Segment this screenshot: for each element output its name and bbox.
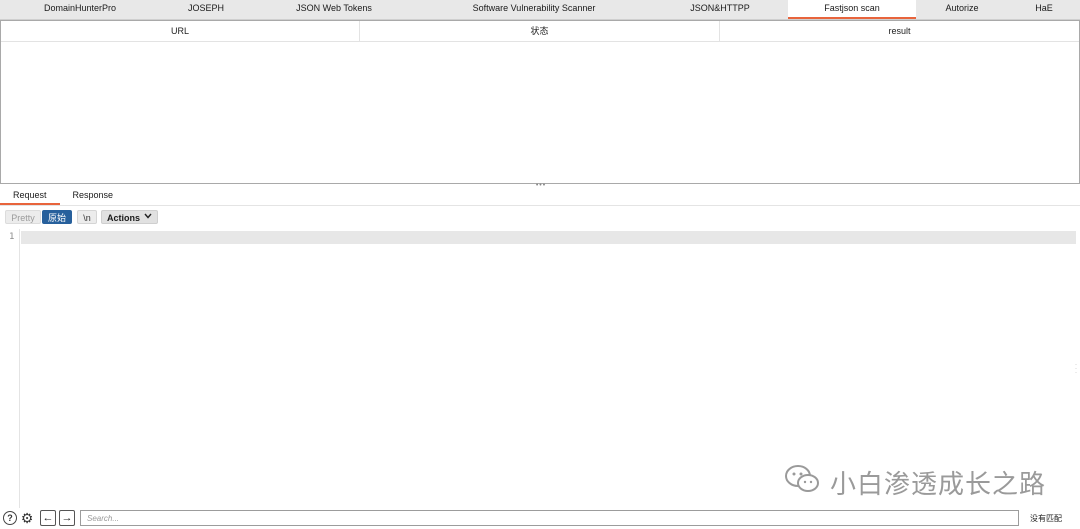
show-newlines-button[interactable]: \n [77,210,97,224]
tab-joseph[interactable]: JOSEPH [160,0,252,19]
tab-fastjson-scan[interactable]: Fastjson scan [788,0,916,19]
pretty-button[interactable]: Pretty [5,210,41,224]
tab-json-web-tokens[interactable]: JSON Web Tokens [252,0,416,19]
tab-domainhunterpro[interactable]: DomainHunterPro [0,0,160,19]
help-icon[interactable]: ? [3,511,17,525]
side-panel-grip[interactable]: · · · [1075,362,1079,376]
column-header-result[interactable]: result [720,21,1079,41]
tab-request[interactable]: Request [0,186,60,205]
results-table[interactable]: URL 状态 result [0,20,1080,184]
actions-button[interactable]: Actions [101,210,158,224]
back-arrow-icon[interactable]: ← [40,510,56,526]
wechat-icon [784,464,820,501]
current-line-highlight[interactable] [21,231,1076,244]
match-status: 没有匹配 [1030,514,1062,523]
tab-json-http[interactable]: JSON&HTTPP [652,0,788,19]
forward-arrow-icon[interactable]: → [59,510,75,526]
divider [0,205,1080,206]
search-input[interactable] [80,510,1019,526]
watermark: 小白渗透成长之路 [784,464,1046,500]
table-header: URL 状态 result [1,21,1079,42]
splitter-handle[interactable]: ••• [534,182,548,189]
gear-icon[interactable]: ⚙ [20,511,34,525]
gutter [19,229,20,509]
column-header-url[interactable]: URL [1,21,360,41]
message-tab-bar: Request Response [0,186,126,205]
watermark-text: 小白渗透成长之路 [830,468,1047,499]
tab-software-vulnerability-scanner[interactable]: Software Vulnerability Scanner [416,0,652,19]
line-number: 1 [9,232,15,242]
extension-tab-bar: DomainHunterPro JOSEPH JSON Web Tokens S… [0,0,1080,20]
chevron-down-icon [144,211,152,225]
column-header-status[interactable]: 状态 [360,21,720,41]
tab-autorize[interactable]: Autorize [916,0,1008,19]
bottom-bar: ? ⚙ ← → 没有匹配 [0,508,1080,529]
actions-label: Actions [107,213,141,223]
tab-hae[interactable]: HaE [1008,0,1080,19]
tab-response[interactable]: Response [60,186,127,205]
raw-button[interactable]: 原始 [42,210,72,224]
